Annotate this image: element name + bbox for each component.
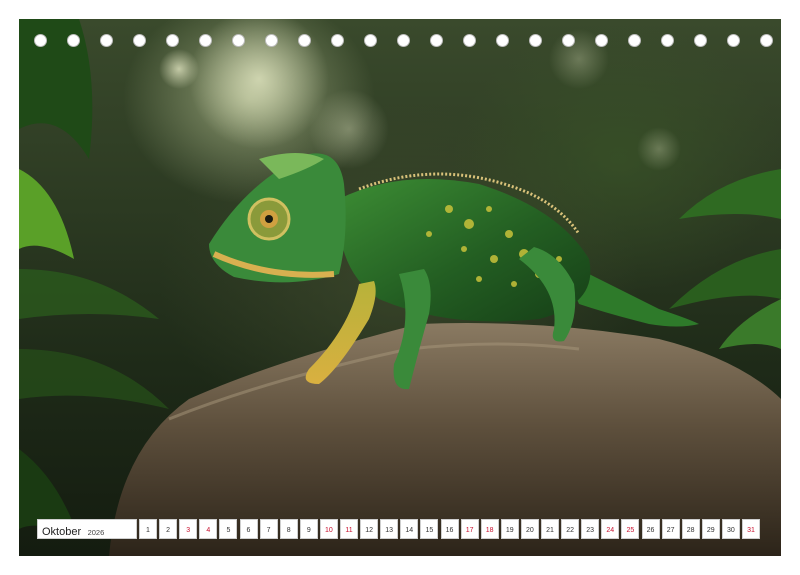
day-number: 6: [246, 527, 251, 534]
day-number: 27: [666, 527, 675, 534]
day-cell: 28: [681, 519, 700, 539]
day-cell: 1: [139, 519, 157, 539]
day-number: 13: [385, 527, 394, 534]
day-number: 26: [646, 527, 655, 534]
calendar-page: Oktober 2026 1 2 3 4 5 6 7 8 9 10 11 12 13 14 15 16 17 18…: [0, 0, 800, 575]
day-cell: 8: [279, 519, 298, 539]
binding-hole: [760, 34, 773, 47]
day-cell: 30: [721, 519, 740, 539]
binding-hole: [529, 34, 542, 47]
binding-hole: [298, 34, 311, 47]
day-cell: 21: [541, 519, 559, 539]
binding-hole: [661, 34, 674, 47]
day-cell: 5: [219, 519, 238, 539]
binding-hole: [166, 34, 179, 47]
calendar-strip: Oktober 2026 1 2 3 4 5 6 7 8 9 10 11 12 13 14 15 16 17 18…: [37, 519, 763, 539]
binding-hole: [694, 34, 707, 47]
day-cell: 6: [239, 519, 258, 539]
day-cell: 31: [742, 519, 760, 539]
month-name: Oktober: [42, 526, 82, 538]
day-cell: 29: [701, 519, 720, 539]
day-number: 31: [747, 527, 755, 534]
day-number: 25: [626, 527, 635, 534]
binding-hole: [364, 34, 377, 47]
day-number: 29: [706, 527, 715, 534]
binding-hole: [199, 34, 212, 47]
day-cell: 7: [259, 519, 278, 539]
day-cell: 17: [460, 519, 479, 539]
day-cell: 10: [319, 519, 338, 539]
day-number: 24: [606, 527, 615, 534]
day-number: 12: [365, 527, 373, 534]
photo-illustration: [19, 19, 781, 556]
day-cell: 20: [520, 519, 539, 539]
binding-hole: [628, 34, 641, 47]
day-cell: 3: [179, 519, 198, 539]
day-cell: 9: [299, 519, 318, 539]
day-number: 14: [405, 527, 414, 534]
binding-hole: [463, 34, 476, 47]
day-cell: 11: [340, 519, 358, 539]
day-number: 22: [566, 527, 574, 534]
day-number: 19: [505, 527, 514, 534]
day-cell: 22: [561, 519, 580, 539]
day-number: 7: [266, 527, 271, 534]
day-cell: 19: [500, 519, 519, 539]
binding-hole: [727, 34, 740, 47]
day-number: 2: [166, 527, 171, 534]
binding-hole: [67, 34, 80, 47]
day-number: 5: [226, 527, 231, 534]
day-number: 9: [306, 527, 311, 534]
day-number: 23: [586, 527, 595, 534]
day-number: 16: [445, 527, 454, 534]
month-label-box: Oktober 2026: [37, 519, 137, 539]
day-cell: 24: [601, 519, 620, 539]
chameleon-photo: [19, 19, 781, 556]
binding-hole: [133, 34, 146, 47]
binding-hole: [331, 34, 344, 47]
day-cell: 23: [581, 519, 600, 539]
binding-hole: [595, 34, 608, 47]
binding-hole: [562, 34, 575, 47]
day-cell: 18: [480, 519, 499, 539]
binding-hole: [100, 34, 113, 47]
day-number: 18: [485, 527, 494, 534]
binding-hole: [34, 34, 47, 47]
day-number: 8: [286, 527, 291, 534]
binding-hole: [430, 34, 443, 47]
day-cell: 25: [621, 519, 640, 539]
day-number: 3: [186, 527, 191, 534]
binding-hole: [265, 34, 278, 47]
day-cell: 15: [420, 519, 439, 539]
day-number: 10: [324, 527, 333, 534]
day-number: 28: [686, 527, 695, 534]
day-number: 15: [425, 527, 434, 534]
year-label: 2026: [87, 528, 105, 537]
day-number: 1: [146, 527, 150, 534]
day-cell: 26: [641, 519, 660, 539]
day-number: 30: [726, 527, 735, 534]
binding-holes: [0, 34, 800, 50]
binding-hole: [232, 34, 245, 47]
day-cell: 4: [199, 519, 218, 539]
day-number: 21: [546, 527, 554, 534]
day-number: 20: [525, 527, 534, 534]
day-cell: 27: [661, 519, 680, 539]
day-cell: 2: [159, 519, 178, 539]
day-cell: 13: [380, 519, 399, 539]
day-cell: 16: [440, 519, 459, 539]
day-cell: 14: [400, 519, 419, 539]
day-number: 11: [345, 527, 353, 534]
day-cell: 12: [360, 519, 379, 539]
binding-hole: [397, 34, 410, 47]
day-number: 17: [465, 527, 474, 534]
binding-hole: [496, 34, 509, 47]
day-number: 4: [206, 527, 211, 534]
